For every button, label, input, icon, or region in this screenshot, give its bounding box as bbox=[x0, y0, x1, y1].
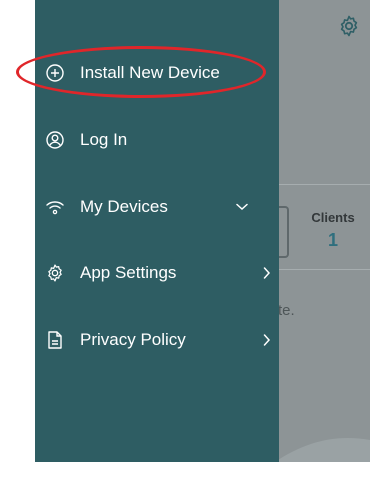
settings-gear-icon[interactable] bbox=[337, 14, 361, 38]
menu-item-label: App Settings bbox=[80, 263, 177, 282]
menu-item-app-settings[interactable]: App Settings bbox=[35, 253, 279, 293]
menu-item-install-new-device[interactable]: Install New Device bbox=[35, 53, 279, 93]
background-partial-text: te. bbox=[278, 302, 295, 319]
plus-circle-icon bbox=[45, 63, 65, 83]
screenshot-margin-bottom bbox=[0, 462, 370, 481]
navigation-drawer: Install New Device Log In My Devices App… bbox=[35, 0, 279, 462]
chevron-right-icon bbox=[260, 266, 274, 280]
user-circle-icon bbox=[45, 130, 65, 150]
menu-item-label: Privacy Policy bbox=[80, 330, 186, 349]
clients-label: Clients bbox=[311, 210, 355, 225]
menu-item-label: My Devices bbox=[80, 197, 168, 216]
menu-item-label: Log In bbox=[80, 130, 128, 149]
screenshot-margin-left bbox=[0, 0, 35, 481]
menu-item-label: Install New Device bbox=[80, 63, 220, 82]
menu-item-log-in[interactable]: Log In bbox=[35, 120, 279, 160]
chevron-right-icon bbox=[260, 333, 274, 347]
gear-icon bbox=[45, 263, 65, 283]
wifi-icon bbox=[45, 197, 65, 217]
clients-count: 1 bbox=[327, 230, 338, 250]
document-icon bbox=[45, 330, 65, 350]
menu-item-my-devices[interactable]: My Devices bbox=[35, 187, 279, 227]
menu-item-privacy-policy[interactable]: Privacy Policy bbox=[35, 320, 279, 360]
chevron-down-icon[interactable] bbox=[235, 200, 249, 214]
